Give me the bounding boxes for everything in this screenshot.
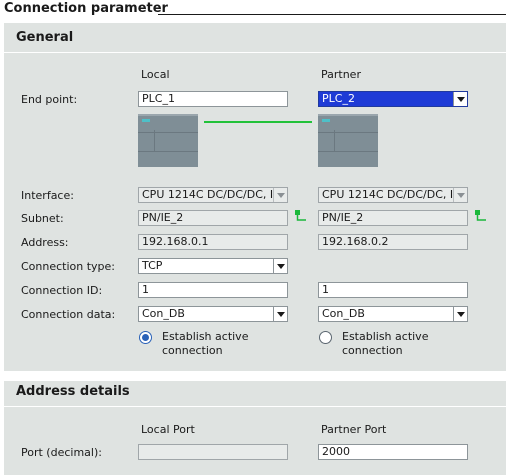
connection-type-select[interactable]: TCP xyxy=(138,258,288,274)
local-interface-select[interactable]: CPU 1214C DC/DC/DC, IE xyxy=(138,187,288,203)
chevron-down-icon[interactable] xyxy=(453,307,467,321)
local-establish-active-radio[interactable] xyxy=(139,331,152,344)
port-decimal-label: Port (decimal): xyxy=(21,446,102,459)
interface-label: Interface: xyxy=(21,189,74,202)
page-title: Connection parameter xyxy=(4,1,168,16)
local-interface-value: CPU 1214C DC/DC/DC, IE xyxy=(142,188,281,201)
network-icon xyxy=(475,210,486,221)
address-label: Address: xyxy=(21,236,69,249)
address-details-heading: Address details xyxy=(16,384,130,399)
partner-establish-active-radio[interactable] xyxy=(319,331,332,344)
partner-plc-icon xyxy=(318,114,378,167)
column-local-label: Local xyxy=(141,68,170,81)
chevron-down-icon[interactable] xyxy=(453,92,467,106)
partner-port-input[interactable]: 2000 xyxy=(318,444,468,460)
local-connection-id-input[interactable]: 1 xyxy=(138,282,288,298)
partner-connection-data-value: Con_DB xyxy=(322,307,365,320)
title-divider xyxy=(158,14,506,15)
local-connection-data-select[interactable]: Con_DB xyxy=(138,306,288,322)
connection-id-label: Connection ID: xyxy=(21,284,103,297)
partner-interface-select[interactable]: CPU 1214C DC/DC/DC, IE xyxy=(318,187,468,203)
partner-subnet-field[interactable]: PN/IE_2 xyxy=(318,210,468,226)
local-port-column-label: Local Port xyxy=(141,423,195,436)
local-port-input[interactable] xyxy=(138,444,288,460)
partner-port-column-label: Partner Port xyxy=(321,423,387,436)
connection-type-value: TCP xyxy=(142,259,163,272)
local-connection-data-value: Con_DB xyxy=(142,307,185,320)
connection-data-label: Connection data: xyxy=(21,308,116,321)
chevron-down-icon xyxy=(273,188,287,202)
partner-establish-active-label[interactable]: Establish active connection xyxy=(342,330,428,358)
local-address-field[interactable]: 192.168.0.1 xyxy=(138,234,288,250)
local-plc-icon xyxy=(138,114,198,167)
chevron-down-icon xyxy=(453,188,467,202)
local-establish-active-label[interactable]: Establish active connection xyxy=(162,330,248,358)
partner-end-point-select[interactable]: PLC_2 xyxy=(318,91,468,107)
partner-connection-id-input[interactable]: 1 xyxy=(318,282,468,298)
network-icon xyxy=(295,210,306,221)
address-heading-divider xyxy=(4,406,506,407)
subnet-label: Subnet: xyxy=(21,212,64,225)
general-heading: General xyxy=(16,30,74,45)
partner-interface-value: CPU 1214C DC/DC/DC, IE xyxy=(322,188,461,201)
local-establish-active-line1: Establish active xyxy=(162,330,249,343)
connection-type-label: Connection type: xyxy=(21,260,116,273)
chevron-down-icon[interactable] xyxy=(273,259,287,273)
column-partner-label: Partner xyxy=(321,68,361,81)
partner-connection-data-select[interactable]: Con_DB xyxy=(318,306,468,322)
local-establish-active-line2: connection xyxy=(162,344,223,357)
general-heading-divider xyxy=(4,52,506,53)
partner-establish-active-line1: Establish active xyxy=(342,330,429,343)
local-subnet-field[interactable]: PN/IE_2 xyxy=(138,210,288,226)
chevron-down-icon[interactable] xyxy=(273,307,287,321)
partner-establish-active-line2: connection xyxy=(342,344,403,357)
end-point-label: End point: xyxy=(21,93,78,106)
partner-address-field[interactable]: 192.168.0.2 xyxy=(318,234,468,250)
radio-selected-dot xyxy=(142,334,149,341)
partner-end-point-value: PLC_2 xyxy=(322,92,355,105)
local-end-point-field[interactable]: PLC_1 xyxy=(138,91,288,107)
connection-link-line xyxy=(204,121,312,123)
